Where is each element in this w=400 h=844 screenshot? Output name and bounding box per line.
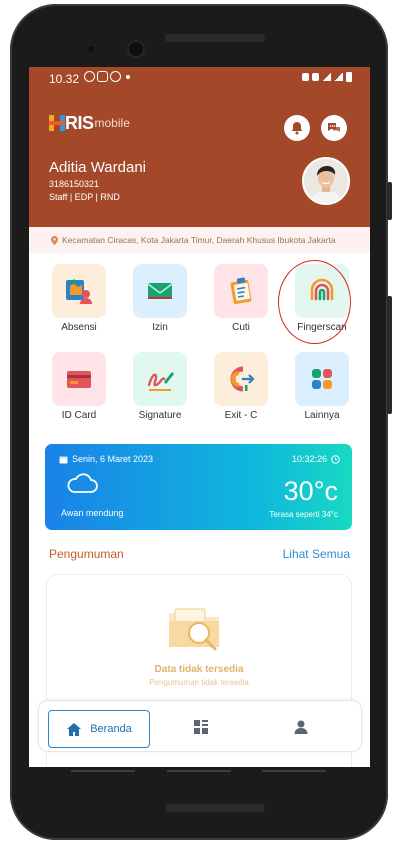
side-button — [387, 182, 392, 220]
weather-condition: Awan mendung — [61, 508, 124, 518]
home-icon — [67, 722, 82, 736]
app-o-icon — [110, 71, 121, 82]
dashboard-grid-icon[interactable] — [193, 719, 209, 735]
menu-item-icon-box — [295, 352, 349, 406]
notification-button[interactable] — [284, 115, 310, 141]
empty-folder-search-icon — [169, 608, 219, 651]
menu-item-icon-box — [52, 352, 106, 406]
menu-item-label: Izin — [152, 322, 168, 333]
envelope-icon — [147, 283, 173, 299]
header: 10.32 RIS mobile Aditia Wardani 31861503… — [29, 67, 370, 227]
menu-item-label: ID Card — [61, 410, 97, 421]
menu-item-label: Signature — [138, 410, 182, 421]
bottom-navigation: Beranda — [38, 700, 362, 752]
menu-item-id-card[interactable]: ID Card — [41, 352, 117, 421]
weather-feels-like: Terasa seperti 34°c — [269, 510, 338, 519]
menu-item-icon-box — [133, 264, 187, 318]
see-all-link[interactable]: Lihat Semua — [283, 547, 350, 561]
chat-button[interactable] — [321, 115, 347, 141]
signal-icon — [322, 73, 331, 81]
empty-state-subtitle: Pengumuman tidak tersedia — [149, 678, 249, 687]
status-bar: 10.32 — [29, 67, 370, 91]
weather-date-text: Senin, 6 Maret 2023 — [72, 454, 154, 464]
clipboard-icon — [230, 277, 252, 305]
bell-icon — [291, 122, 303, 135]
nav-home-button[interactable]: Beranda — [48, 710, 150, 748]
menu-item-label: Lainnya — [304, 410, 340, 421]
system-nav-line — [71, 770, 135, 772]
cloud-icon — [67, 473, 98, 493]
user-role: Staff | EDP | RND — [49, 192, 120, 202]
calendar-icon — [59, 456, 68, 463]
menu-item-absensi[interactable]: Absensi — [41, 264, 117, 333]
signal-2-icon — [334, 73, 343, 81]
location-pin-icon — [51, 235, 58, 245]
system-nav-lines — [29, 770, 370, 776]
location-bar: Kecamatan Ciracas, Kota Jakarta Timur, D… — [29, 227, 370, 253]
more-notifications-icon — [126, 75, 130, 79]
more-apps-icon — [312, 369, 332, 389]
menu-item-signature[interactable]: Signature — [122, 352, 198, 421]
id-card-icon — [67, 371, 91, 388]
menu-item-icon-box — [214, 352, 268, 406]
status-time: 10.32 — [49, 72, 80, 86]
status-notification-icons — [84, 71, 130, 82]
attendance-icon — [66, 279, 92, 304]
user-id: 3186150321 — [49, 179, 100, 189]
battery-icon — [346, 72, 352, 82]
menu-item-label: Exit - C — [224, 410, 258, 421]
logo-text: RIS — [65, 112, 94, 133]
whatsapp-icon — [84, 71, 95, 82]
announcement-title: Pengumuman — [49, 547, 124, 561]
logo-subtext: mobile — [94, 116, 130, 130]
menu-item-izin[interactable]: Izin — [122, 264, 198, 333]
menu-item-icon-box — [214, 264, 268, 318]
user-name: Aditia Wardani — [49, 159, 146, 176]
menu-item-label: Absensi — [61, 322, 97, 333]
app-l-icon — [97, 71, 108, 82]
system-nav-line — [167, 770, 231, 772]
system-nav-line — [262, 770, 326, 772]
location-text: Kecamatan Ciracas, Kota Jakarta Timur, D… — [62, 235, 336, 245]
avatar[interactable] — [302, 157, 350, 205]
exit-icon — [230, 366, 255, 392]
weather-date: Senin, 6 Maret 2023 — [59, 454, 153, 464]
weather-card: Senin, 6 Maret 2023 10:32:26 30°c Awan m… — [45, 444, 352, 530]
clock-icon — [331, 454, 340, 464]
menu-item-icon-box — [52, 264, 106, 318]
empty-state-title: Data tidak tersedia — [154, 664, 244, 675]
weather-temperature: 30°c — [283, 476, 338, 506]
highlight-circle — [278, 260, 351, 344]
signature-icon — [147, 372, 174, 391]
logo-h-mark — [49, 115, 65, 131]
weather-time: 10:32:26 — [292, 454, 340, 464]
bottom-speaker — [165, 804, 265, 812]
menu-item-exit-c[interactable]: Exit - C — [203, 352, 279, 421]
menu-item-cuti[interactable]: Cuti — [203, 264, 279, 333]
status-system-icons — [302, 72, 352, 82]
app-logo: RIS mobile — [49, 112, 130, 133]
app-screen: 10.32 RIS mobile Aditia Wardani 31861503… — [29, 67, 370, 767]
chat-icon — [328, 123, 340, 132]
sensor — [88, 46, 94, 52]
volume-button — [387, 296, 392, 414]
menu-item-lainnya[interactable]: Lainnya — [284, 352, 360, 421]
alarm-icon — [302, 73, 309, 81]
top-speaker — [165, 34, 265, 42]
profile-icon[interactable] — [293, 719, 309, 735]
weather-time-text: 10:32:26 — [291, 454, 327, 464]
avatar-photo — [304, 159, 348, 203]
front-camera — [129, 42, 143, 56]
menu-item-label: Cuti — [232, 322, 250, 333]
menu-item-icon-box — [133, 352, 187, 406]
nav-home-label: Beranda — [90, 723, 132, 735]
mute-icon — [312, 73, 319, 81]
